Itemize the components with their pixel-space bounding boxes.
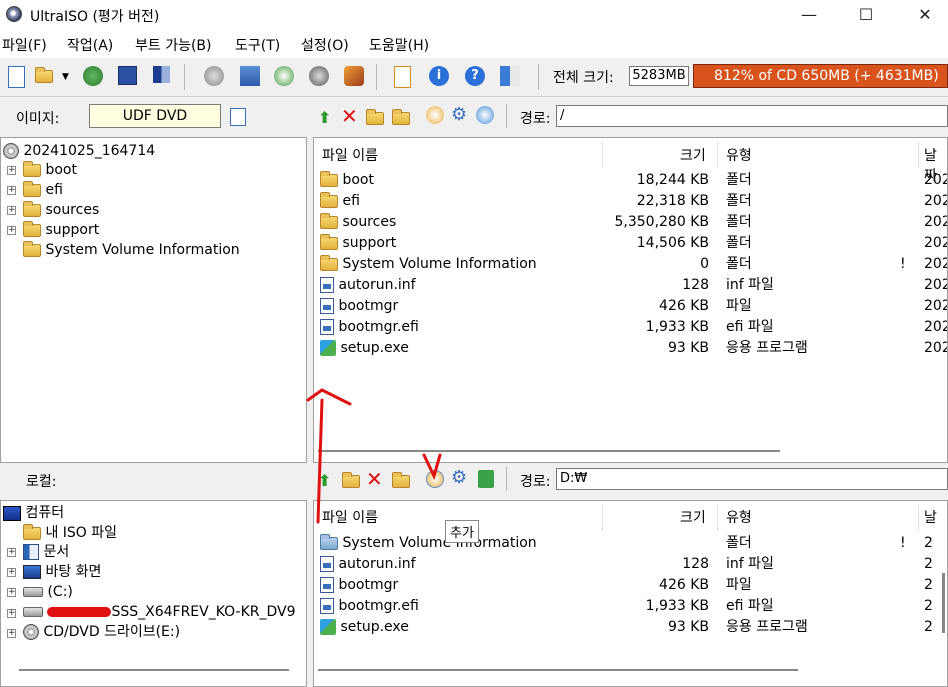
red-arrow-annotation	[306, 388, 352, 524]
annotation-overlay	[306, 388, 442, 524]
red-check-annotation	[422, 453, 442, 481]
